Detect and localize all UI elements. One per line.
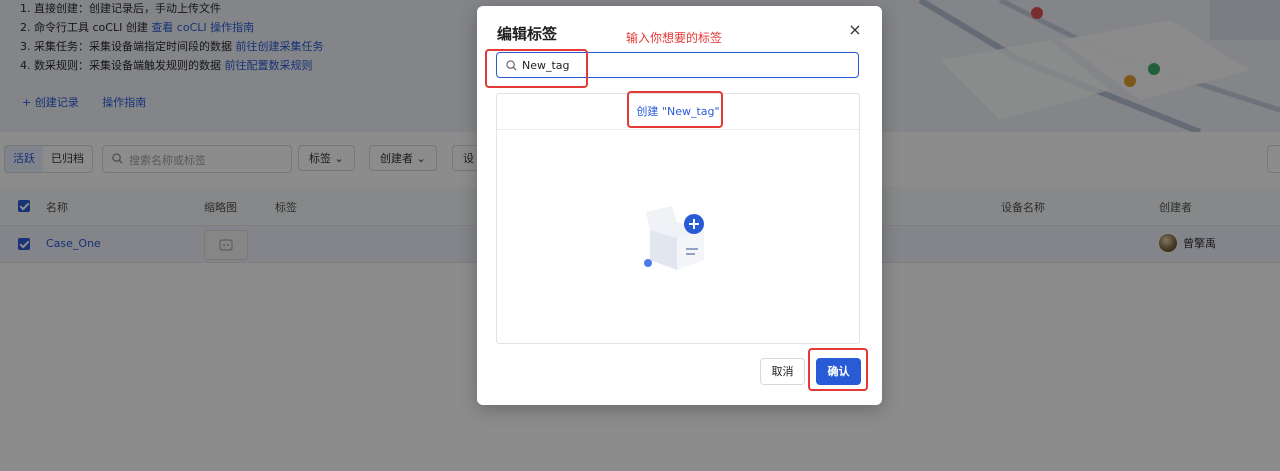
cancel-button[interactable]: 取消 — [760, 358, 805, 385]
dialog-title: 编辑标签 — [497, 25, 558, 43]
annotation-hint: 输入你想要的标签 — [626, 31, 723, 45]
annotation-box-input — [485, 49, 588, 88]
annotation-box-create — [627, 91, 723, 128]
empty-box-icon — [644, 206, 704, 270]
tag-options-list: 创建 "New_tag" — [496, 93, 860, 344]
close-icon[interactable]: × — [848, 22, 862, 38]
records-page: 1. 直接创建：创建记录后，手动上传文件 2. 命令行工具 coCLI 创建 查… — [0, 0, 1280, 471]
edit-tag-dialog: 编辑标签 输入你想要的标签 × New_tag 创建 "New_tag" 取消 … — [477, 6, 882, 405]
annotation-box-confirm — [808, 348, 868, 391]
